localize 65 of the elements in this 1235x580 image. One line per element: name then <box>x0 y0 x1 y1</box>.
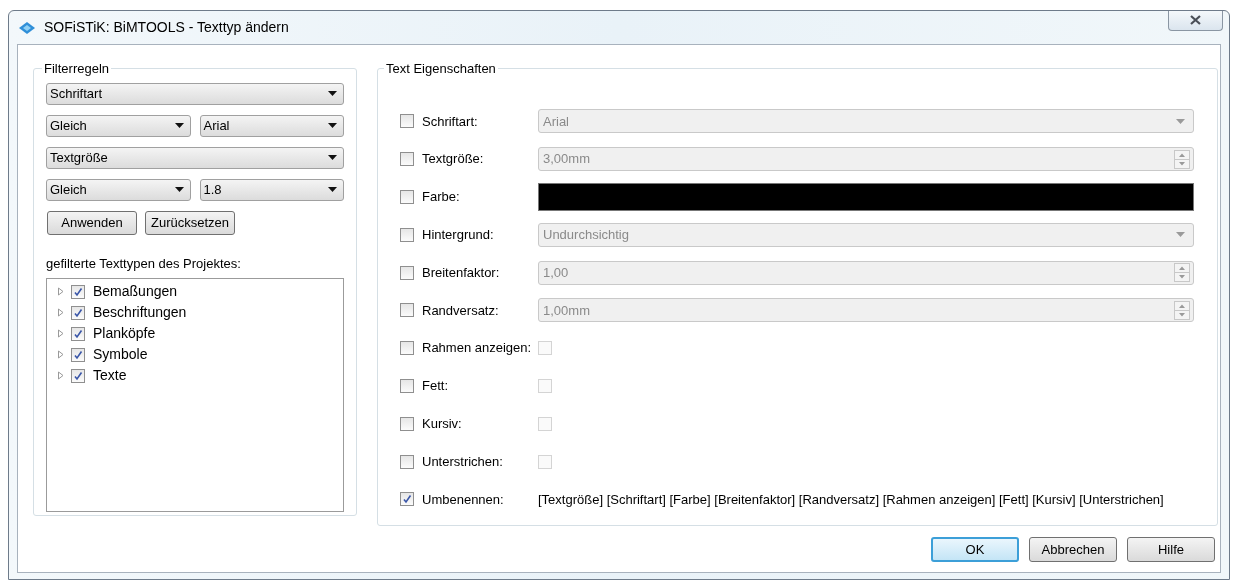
tree-item-label: Symbole <box>93 345 148 364</box>
dropdown[interactable]: Gleich <box>46 114 191 137</box>
dropdown[interactable]: Arial <box>199 114 344 137</box>
property-label: Textgröße: <box>422 150 485 169</box>
caret-icon <box>328 187 337 192</box>
rename-pattern: [Textgröße] [Schriftart] [Farbe] [Breitenfaktor] [Randversatz] [Rahmen anzeigen] [Fett] [Kursiv] [Unterstrichen] <box>538 490 1164 509</box>
checkbox[interactable] <box>400 416 414 431</box>
tree-item-label: Texte <box>93 366 127 385</box>
property-label: Schriftart: <box>422 112 479 131</box>
dropdown[interactable]: Schriftart <box>46 82 344 105</box>
caret-icon <box>1176 118 1185 124</box>
checkbox[interactable] <box>400 492 414 507</box>
checkbox[interactable] <box>400 378 414 393</box>
property-label: Unterstrichen: <box>422 452 504 471</box>
dialog-button[interactable]: OK <box>931 537 1019 562</box>
checkbox[interactable] <box>71 284 85 299</box>
property-label: Rahmen anzeigen: <box>422 339 533 358</box>
checkbox[interactable] <box>71 368 85 383</box>
checkbox[interactable] <box>71 347 85 362</box>
property-label: Randversatz: <box>422 301 500 320</box>
expand-arrow-icon[interactable] <box>57 371 65 380</box>
checkbox[interactable] <box>400 454 414 469</box>
expand-arrow-icon[interactable] <box>57 350 65 359</box>
expand-arrow-icon[interactable] <box>57 287 65 296</box>
filter-button[interactable]: Zurücksetzen <box>145 210 236 235</box>
checkbox[interactable] <box>400 341 414 356</box>
caret-icon <box>328 155 337 160</box>
tree-item[interactable]: Texte <box>57 365 343 386</box>
close-icon <box>1190 15 1201 25</box>
caret-icon <box>174 123 184 128</box>
checkbox[interactable] <box>400 190 414 204</box>
property-label: Umbenennen: <box>422 490 505 509</box>
group-title: Text Eigenschaften <box>385 60 497 78</box>
tree-item-label: Beschriftungen <box>93 303 187 322</box>
dialog-button[interactable]: Abbrechen <box>1029 537 1117 562</box>
app-logo-icon <box>19 21 35 34</box>
property-label: Fett: <box>422 377 449 396</box>
tree-item[interactable]: Beschriftungen <box>57 302 343 323</box>
tree-item[interactable]: Planköpfe <box>57 323 343 344</box>
filter-button[interactable]: Anwenden <box>47 210 137 235</box>
color-swatch[interactable] <box>538 183 1194 211</box>
dropdown[interactable]: Textgröße <box>46 146 344 169</box>
caret-icon <box>328 123 337 128</box>
property-label: Breitenfaktor: <box>422 263 501 282</box>
tree-item-label: Bemaßungen <box>93 282 178 301</box>
expand-arrow-icon[interactable] <box>57 308 65 317</box>
caret-icon <box>174 187 184 192</box>
dropdown[interactable]: Gleich <box>46 178 191 201</box>
expand-arrow-icon[interactable] <box>57 329 65 338</box>
dropdown[interactable]: 1.8 <box>199 178 344 201</box>
property-label: Kursiv: <box>422 415 463 433</box>
dialog-button[interactable]: Hilfe <box>1127 537 1215 562</box>
property-label: Hintergrund: <box>422 226 495 245</box>
caret-icon <box>1176 232 1185 238</box>
tree-item[interactable]: Symbole <box>57 344 343 365</box>
tree-item[interactable]: Bemaßungen <box>57 281 343 302</box>
checkbox[interactable] <box>71 326 85 341</box>
tree-item-label: Planköpfe <box>93 324 156 343</box>
group-title: Filterregeln <box>43 60 111 78</box>
caret-icon <box>328 91 337 96</box>
window-title: SOFiSTiK: BiMTOOLS - Texttyp ändern <box>44 18 289 37</box>
tree-label: gefilterte Texttypen des Projektes: <box>46 254 242 273</box>
close-button[interactable] <box>1168 10 1223 31</box>
property-label: Farbe: <box>422 188 461 207</box>
checkbox[interactable] <box>71 305 85 320</box>
